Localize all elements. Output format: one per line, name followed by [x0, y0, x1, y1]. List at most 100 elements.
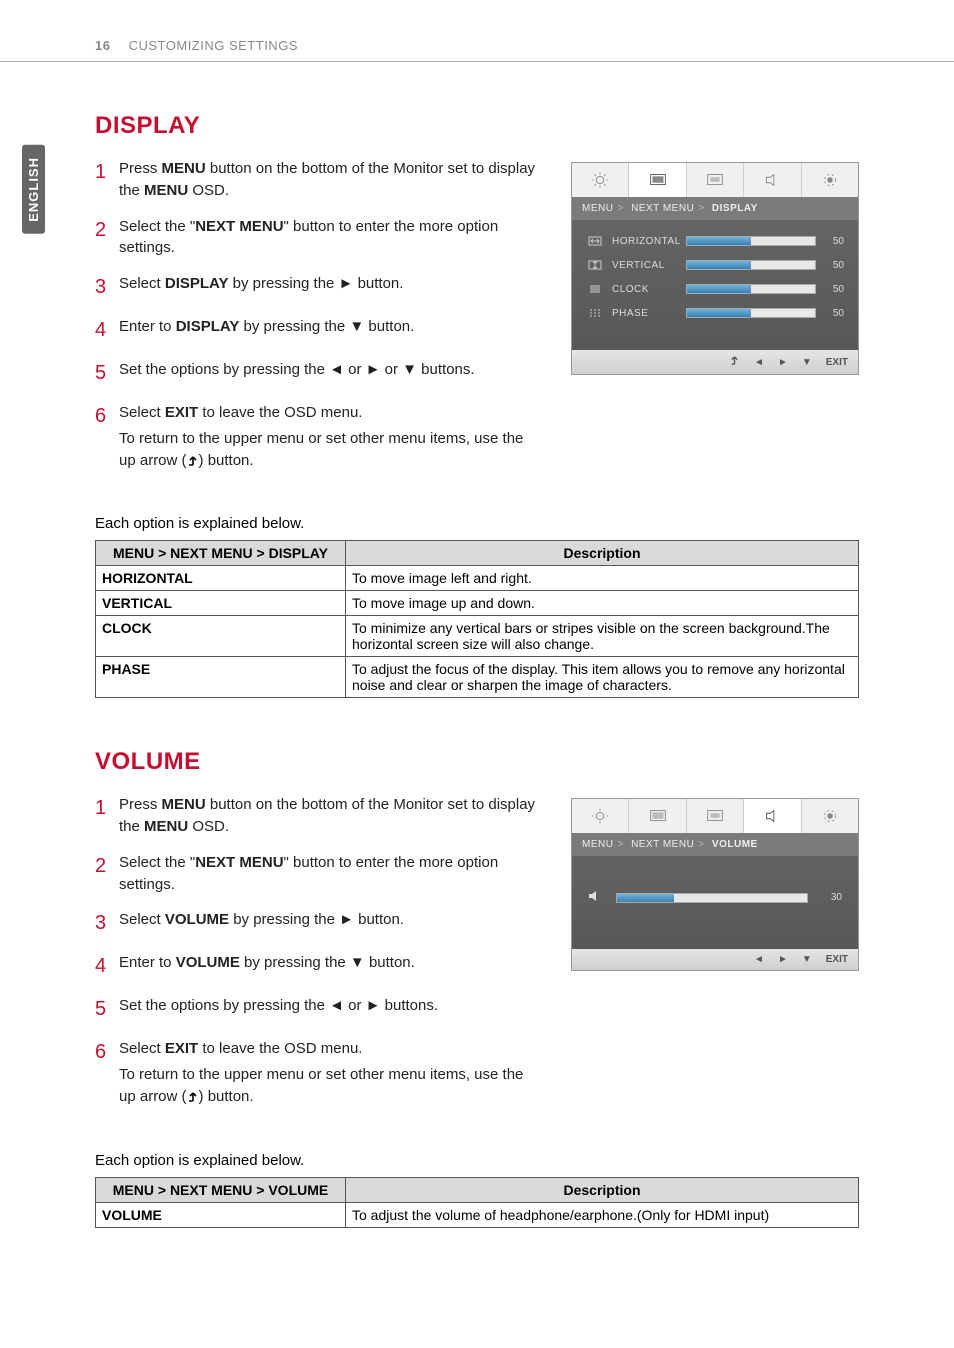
osd-tab-settings-icon: [802, 163, 858, 197]
osd-row-value: 50: [816, 236, 844, 247]
osd-tabrow: [572, 163, 858, 197]
option-name: VERTICAL: [96, 591, 346, 616]
osd-slider: [686, 308, 816, 318]
osd-row: CLOCK 50: [586, 282, 844, 296]
step-text: Select VOLUME by pressing the ► button.: [119, 909, 543, 938]
osd-footer-volume: ◄ ► ▼ EXIT: [572, 949, 858, 970]
osd-row: PHASE 50: [586, 306, 844, 320]
step-subtext: To return to the upper menu or set other…: [119, 1064, 543, 1108]
osd-slider: [686, 284, 816, 294]
explain-intro-volume: Each option is explained below.: [95, 1152, 859, 1169]
osd-slider: [686, 236, 816, 246]
table-row: VOLUMETo adjust the volume of headphone/…: [96, 1202, 859, 1227]
osd-left-icon: ◄: [754, 357, 764, 368]
step-number: 1: [95, 794, 119, 838]
option-name: HORIZONTAL: [96, 566, 346, 591]
osd-row-label: CLOCK: [612, 284, 686, 295]
osd-row-icon: [586, 306, 604, 320]
osd-exit-button: EXIT: [826, 954, 848, 965]
step-item: 5Set the options by pressing the ◄ or ► …: [95, 359, 543, 388]
osd-body: 30: [572, 856, 858, 949]
step-item: 1Press MENU button on the bottom of the …: [95, 158, 543, 202]
up-arrow-icon: [187, 1088, 199, 1105]
osd-row-label: VERTICAL: [612, 260, 686, 271]
osd-breadcrumb-display: MENU> NEXT MENU> DISPLAY: [572, 197, 858, 220]
table-head: Description: [346, 541, 859, 566]
step-number: 6: [95, 402, 119, 471]
steps-list-display: 1Press MENU button on the bottom of the …: [95, 158, 543, 471]
step-text: Press MENU button on the bottom of the M…: [119, 794, 543, 838]
step-item: 6Select EXIT to leave the OSD menu.To re…: [95, 402, 543, 471]
osd-left-icon: ◄: [754, 954, 764, 965]
step-item: 3Select VOLUME by pressing the ► button.: [95, 909, 543, 938]
steps-list-volume: 1Press MENU button on the bottom of the …: [95, 794, 543, 1107]
osd-panel-volume: MENU> NEXT MENU> VOLUME 30 ◄ ► ▼ EXIT: [571, 798, 859, 971]
step-number: 2: [95, 852, 119, 896]
crumb-active: VOLUME: [712, 839, 758, 850]
table-row: HORIZONTALTo move image left and right.: [96, 566, 859, 591]
table-row: VERTICALTo move image up and down.: [96, 591, 859, 616]
up-arrow-icon: [187, 452, 199, 469]
step-text: Press MENU button on the bottom of the M…: [119, 158, 543, 202]
osd-row-value: 50: [816, 284, 844, 295]
step-subtext: To return to the upper menu or set other…: [119, 428, 543, 472]
speaker-mute-icon: [588, 890, 606, 905]
crumb: NEXT MENU: [631, 203, 694, 214]
osd-row-value: 50: [816, 260, 844, 271]
step-text: Select the "NEXT MENU" button to enter t…: [119, 852, 543, 896]
option-description: To move image up and down.: [346, 591, 859, 616]
step-text: Set the options by pressing the ◄ or ► b…: [119, 995, 543, 1024]
options-table-volume: MENU > NEXT MENU > VOLUME Description VO…: [95, 1177, 859, 1228]
step-item: 4Enter to VOLUME by pressing the ▼ butto…: [95, 952, 543, 981]
osd-down-icon: ▼: [802, 357, 812, 368]
osd-exit-button: EXIT: [826, 357, 848, 368]
crumb: MENU: [582, 203, 613, 214]
osd-tab-settings-icon: [802, 799, 858, 833]
osd-row-icon: [586, 282, 604, 296]
crumb: NEXT MENU: [631, 839, 694, 850]
explain-intro-display: Each option is explained below.: [95, 515, 859, 532]
step-number: 3: [95, 909, 119, 938]
section-title-volume: VOLUME: [95, 748, 859, 776]
osd-tab-volume-icon: [687, 163, 744, 197]
step-item: 1Press MENU button on the bottom of the …: [95, 794, 543, 838]
osd-row-label: HORIZONTAL: [612, 236, 686, 247]
osd-slider: [686, 260, 816, 270]
language-tab: ENGLISH: [22, 145, 45, 234]
osd-row-icon: [586, 234, 604, 248]
osd-tabrow: [572, 799, 858, 833]
section-title-display: DISPLAY: [95, 112, 859, 140]
osd-breadcrumb-volume: MENU> NEXT MENU> VOLUME: [572, 833, 858, 856]
crumb: MENU: [582, 839, 613, 850]
option-description: To move image left and right.: [346, 566, 859, 591]
step-number: 5: [95, 995, 119, 1024]
osd-row-value: 50: [816, 308, 844, 319]
step-item: 2Select the "NEXT MENU" button to enter …: [95, 852, 543, 896]
step-number: 6: [95, 1038, 119, 1107]
step-text: Select EXIT to leave the OSD menu.To ret…: [119, 1038, 543, 1107]
osd-up-icon: [729, 355, 740, 369]
option-description: To adjust the focus of the display. This…: [346, 657, 859, 698]
option-name: VOLUME: [96, 1202, 346, 1227]
osd-row-icon: [586, 258, 604, 272]
osd-panel-display: MENU> NEXT MENU> DISPLAY HORIZONTAL50VER…: [571, 162, 859, 375]
table-row: PHASETo adjust the focus of the display.…: [96, 657, 859, 698]
osd-row: VERTICAL 50: [586, 258, 844, 272]
step-item: 5Set the options by pressing the ◄ or ► …: [95, 995, 543, 1024]
osd-row-label: PHASE: [612, 308, 686, 319]
osd-row: HORIZONTAL 50: [586, 234, 844, 248]
step-item: 3Select DISPLAY by pressing the ► button…: [95, 273, 543, 302]
volume-value: 30: [818, 892, 842, 903]
step-number: 5: [95, 359, 119, 388]
osd-tab-speaker-icon: [744, 163, 801, 197]
osd-tab-display-icon: [629, 799, 686, 833]
step-text: Select DISPLAY by pressing the ► button.: [119, 273, 543, 302]
osd-right-icon: ►: [778, 357, 788, 368]
step-number: 2: [95, 216, 119, 260]
table-head: Description: [346, 1177, 859, 1202]
options-table-display: MENU > NEXT MENU > DISPLAY Description H…: [95, 540, 859, 698]
step-number: 4: [95, 952, 119, 981]
osd-tab-brightness-icon: [572, 799, 629, 833]
step-item: 6Select EXIT to leave the OSD menu.To re…: [95, 1038, 543, 1107]
step-text: Enter to DISPLAY by pressing the ▼ butto…: [119, 316, 543, 345]
